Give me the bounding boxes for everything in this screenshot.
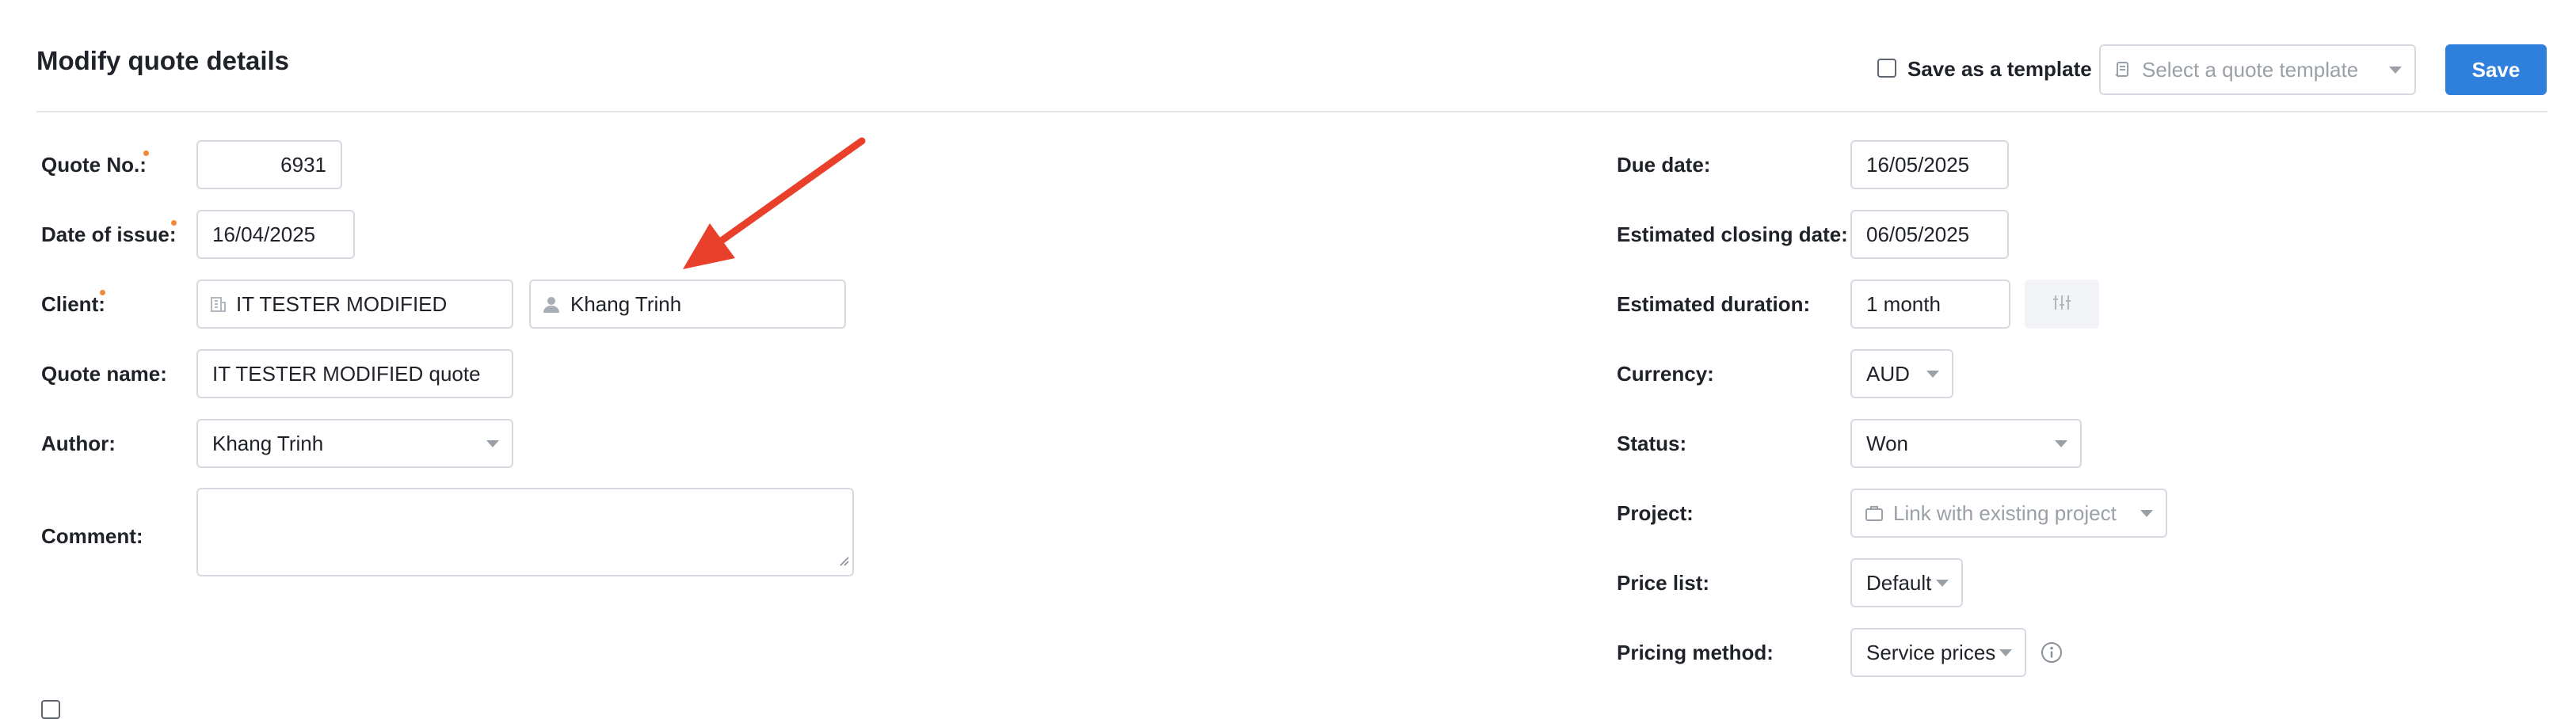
- annotation-arrow: [683, 137, 866, 269]
